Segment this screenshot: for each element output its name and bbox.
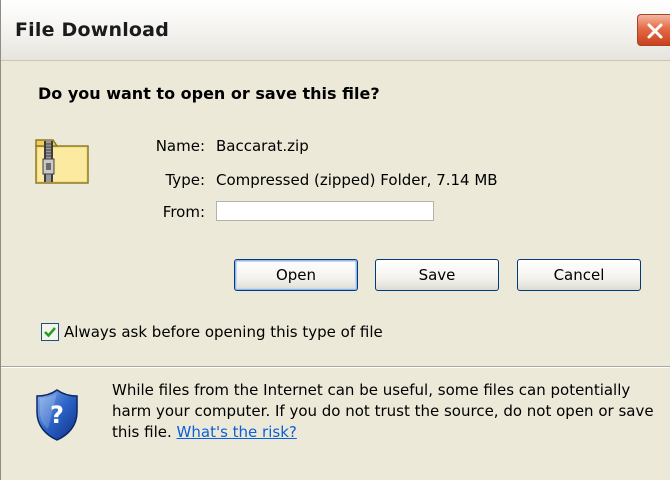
cancel-button[interactable]: Cancel [517, 259, 641, 291]
svg-text:?: ? [50, 401, 64, 429]
from-label: From: [162, 203, 205, 221]
open-button[interactable]: Open [234, 259, 358, 291]
file-name-value: Baccarat.zip [216, 137, 309, 155]
title-bar[interactable]: File Download [1, 0, 670, 61]
always-ask-label[interactable]: Always ask before opening this type of f… [64, 323, 383, 341]
type-label: Type: [165, 171, 205, 189]
close-button[interactable] [637, 14, 670, 46]
whats-the-risk-link[interactable]: What's the risk? [177, 423, 297, 441]
file-download-dialog: File Download Do you want to open or sav… [0, 0, 670, 480]
dialog-title: File Download [15, 19, 169, 41]
zip-folder-icon [35, 139, 89, 184]
checkmark-icon [44, 327, 56, 338]
from-field[interactable] [216, 201, 434, 221]
name-label: Name: [155, 137, 205, 155]
security-warning: While files from the Internet can be use… [112, 380, 657, 443]
section-divider-highlight [1, 367, 670, 368]
save-button[interactable]: Save [375, 259, 499, 291]
close-icon [647, 23, 663, 39]
prompt-question: Do you want to open or save this file? [38, 84, 380, 103]
always-ask-checkbox[interactable] [41, 323, 59, 341]
file-type-value: Compressed (zipped) Folder, 7.14 MB [216, 171, 498, 189]
shield-question-icon: ? [36, 389, 78, 441]
